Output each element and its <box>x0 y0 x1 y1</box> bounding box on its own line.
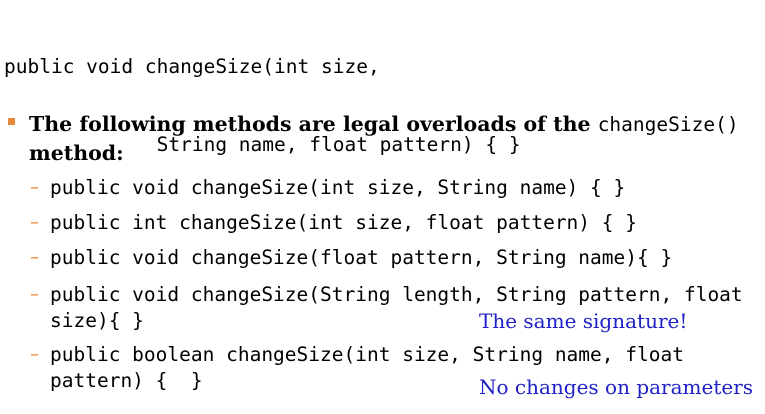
overload-code-line: public void changeSize(int size, String … <box>50 176 626 199</box>
overload-code-line: public int changeSize(int size, float pa… <box>50 211 637 234</box>
overloads-bullet: The following methods are legal overload… <box>8 110 748 168</box>
dash-icon: – <box>30 247 39 268</box>
overload-code-line: size){ } <box>50 309 144 332</box>
bullet-heading: The following methods are legal overload… <box>29 110 748 168</box>
square-bullet-icon <box>8 118 15 125</box>
dash-icon: – <box>30 284 39 305</box>
overload-code-line: pattern) { } <box>50 369 203 392</box>
code-line-1: public void changeSize(int size, <box>4 55 380 78</box>
bullet-text-before: The following methods are legal overload… <box>29 112 598 136</box>
dash-icon: – <box>30 177 39 198</box>
bullet-inline-code: changeSize() <box>597 113 739 136</box>
dash-icon: – <box>30 344 39 365</box>
overload-code-line: public boolean changeSize(int size, Stri… <box>50 343 684 366</box>
overload-code-line: public void changeSize(String length, St… <box>50 283 743 306</box>
same-signature-note: The same signature! <box>479 309 688 333</box>
overload-code-line: public void changeSize(float pattern, St… <box>50 246 673 269</box>
bullet-text-after: method: <box>29 141 124 165</box>
no-changes-note: No changes on parameters <box>479 375 754 399</box>
dash-icon: – <box>30 212 39 233</box>
